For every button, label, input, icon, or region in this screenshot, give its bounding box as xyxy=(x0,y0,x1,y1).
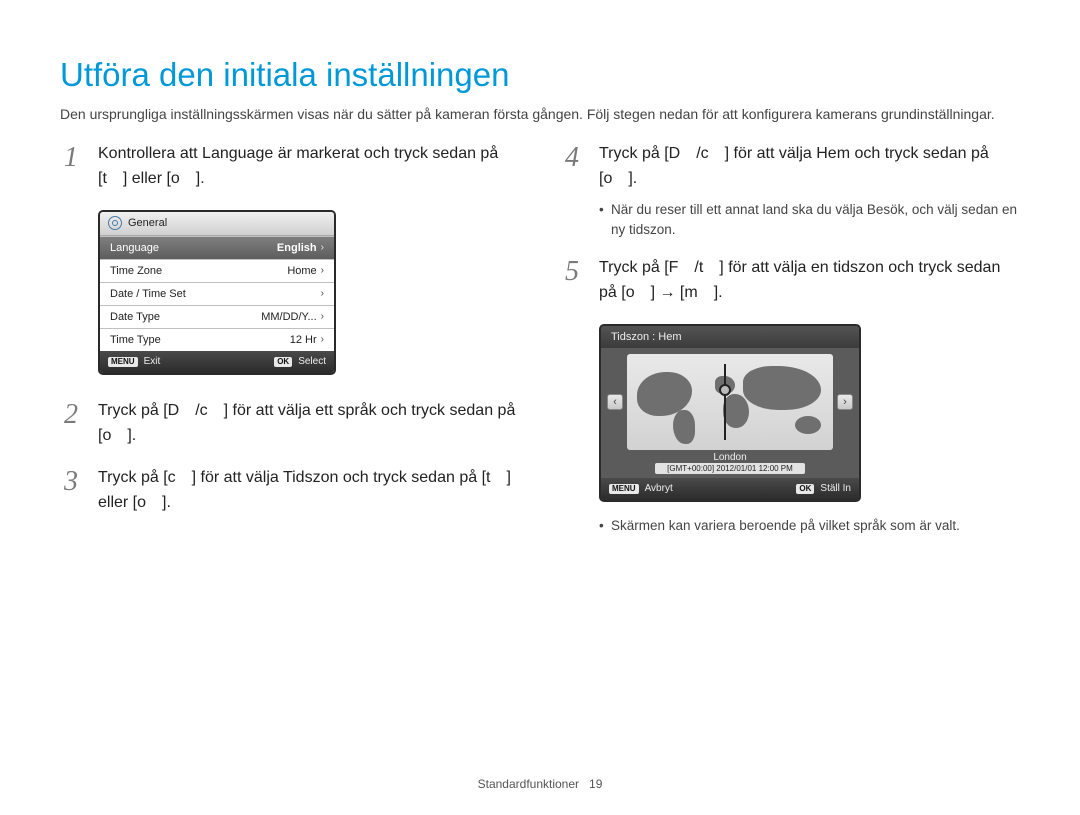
ok-badge: OK xyxy=(796,484,814,494)
step-text: Tryck på [D /c ] för att välja Hem och t… xyxy=(599,145,989,187)
step-text: Tryck på [F /t ] för att välja en tidszo… xyxy=(599,259,1000,301)
menu-badge: MENU xyxy=(108,357,138,367)
tz-next-button[interactable]: › xyxy=(837,394,853,410)
step-text: Tryck på [D /c ] för att välja ett språk… xyxy=(98,402,515,444)
tz-marker-icon xyxy=(724,364,726,440)
timezone-screenshot: Tidszon : Hem ‹ › xyxy=(599,324,861,502)
menu-select-label[interactable]: Select xyxy=(298,356,326,367)
row-label: Time Type xyxy=(110,334,161,346)
chevron-right-icon: › xyxy=(321,288,324,299)
step-number: 2 xyxy=(64,393,78,436)
menu-footer: MENU Exit OK Select xyxy=(100,351,334,373)
tz-city: London xyxy=(601,452,859,463)
row-value: English xyxy=(277,242,317,254)
menu-row-timezone[interactable]: Time Zone Home › xyxy=(100,259,334,282)
ok-badge: OK xyxy=(274,357,292,367)
chevron-right-icon: › xyxy=(321,265,324,276)
step-number: 3 xyxy=(64,460,78,503)
menu-row-language[interactable]: Language English › xyxy=(100,236,334,259)
menu-header: General xyxy=(100,212,334,236)
menu-header-label: General xyxy=(128,217,167,229)
row-label: Language xyxy=(110,242,159,254)
page-footer: Standardfunktioner 19 xyxy=(0,777,1080,791)
world-map xyxy=(627,354,833,450)
row-value: 12 Hr xyxy=(290,334,317,346)
step-text: Kontrollera att Language är markerat och… xyxy=(98,145,498,187)
tz-timestamp: [GMT+00:00] 2012/01/01 12:00 PM xyxy=(655,463,805,474)
tz-cancel-label[interactable]: Avbryt xyxy=(645,483,673,494)
row-label: Date / Time Set xyxy=(110,288,186,300)
intro-text: Den ursprungliga inställningsskärmen vis… xyxy=(60,104,1020,124)
tz-prev-button[interactable]: ‹ xyxy=(607,394,623,410)
chevron-right-icon: › xyxy=(321,242,324,253)
chevron-right-icon: › xyxy=(321,311,324,322)
footer-label: Standardfunktioner xyxy=(478,777,579,791)
tz-marker-dot-icon xyxy=(719,384,731,396)
row-label: Date Type xyxy=(110,311,160,323)
step-number: 5 xyxy=(565,250,579,293)
camera-menu-screenshot: General Language English › Time Zone Home… xyxy=(98,210,336,375)
menu-row-timetype[interactable]: Time Type 12 Hr › xyxy=(100,328,334,351)
page-title: Utföra den initiala inställningen xyxy=(60,56,1020,94)
step-5: 5 Tryck på [F /t ] för att välja en tids… xyxy=(561,256,1020,306)
row-label: Time Zone xyxy=(110,265,162,277)
step-text: Tryck på [c ] för att välja Tidszon och … xyxy=(98,469,511,511)
note-text: När du reser till ett annat land ska du … xyxy=(611,202,1017,237)
step-5-note: Skärmen kan variera beroende på vilket s… xyxy=(561,516,1020,536)
step-3: 3 Tryck på [c ] för att välja Tidszon oc… xyxy=(60,466,519,516)
menu-badge: MENU xyxy=(609,484,639,494)
left-column: 1 Kontrollera att Language är markerat o… xyxy=(60,142,519,552)
step-number: 1 xyxy=(64,136,78,179)
tz-set-label[interactable]: Ställ In xyxy=(820,483,851,494)
step-4: 4 Tryck på [D /c ] för att välja Hem och… xyxy=(561,142,1020,192)
row-value: Home xyxy=(287,265,316,277)
step-4-note: När du reser till ett annat land ska du … xyxy=(561,200,1020,241)
right-column: 4 Tryck på [D /c ] för att välja Hem och… xyxy=(561,142,1020,552)
step-2: 2 Tryck på [D /c ] för att välja ett spr… xyxy=(60,399,519,449)
gear-icon xyxy=(108,216,122,230)
menu-row-datetype[interactable]: Date Type MM/DD/Y... › xyxy=(100,305,334,328)
footer-page: 19 xyxy=(589,777,602,791)
step-number: 4 xyxy=(565,136,579,179)
row-value: MM/DD/Y... xyxy=(261,311,316,323)
note-text: Skärmen kan variera beroende på vilket s… xyxy=(611,518,960,533)
menu-exit-label[interactable]: Exit xyxy=(144,356,161,367)
menu-row-datetimeset[interactable]: Date / Time Set › xyxy=(100,282,334,305)
chevron-right-icon: › xyxy=(321,334,324,345)
tz-header: Tidszon : Hem xyxy=(601,326,859,348)
step-1: 1 Kontrollera att Language är markerat o… xyxy=(60,142,519,192)
tz-footer: MENU Avbryt OK Ställ In xyxy=(601,478,859,500)
